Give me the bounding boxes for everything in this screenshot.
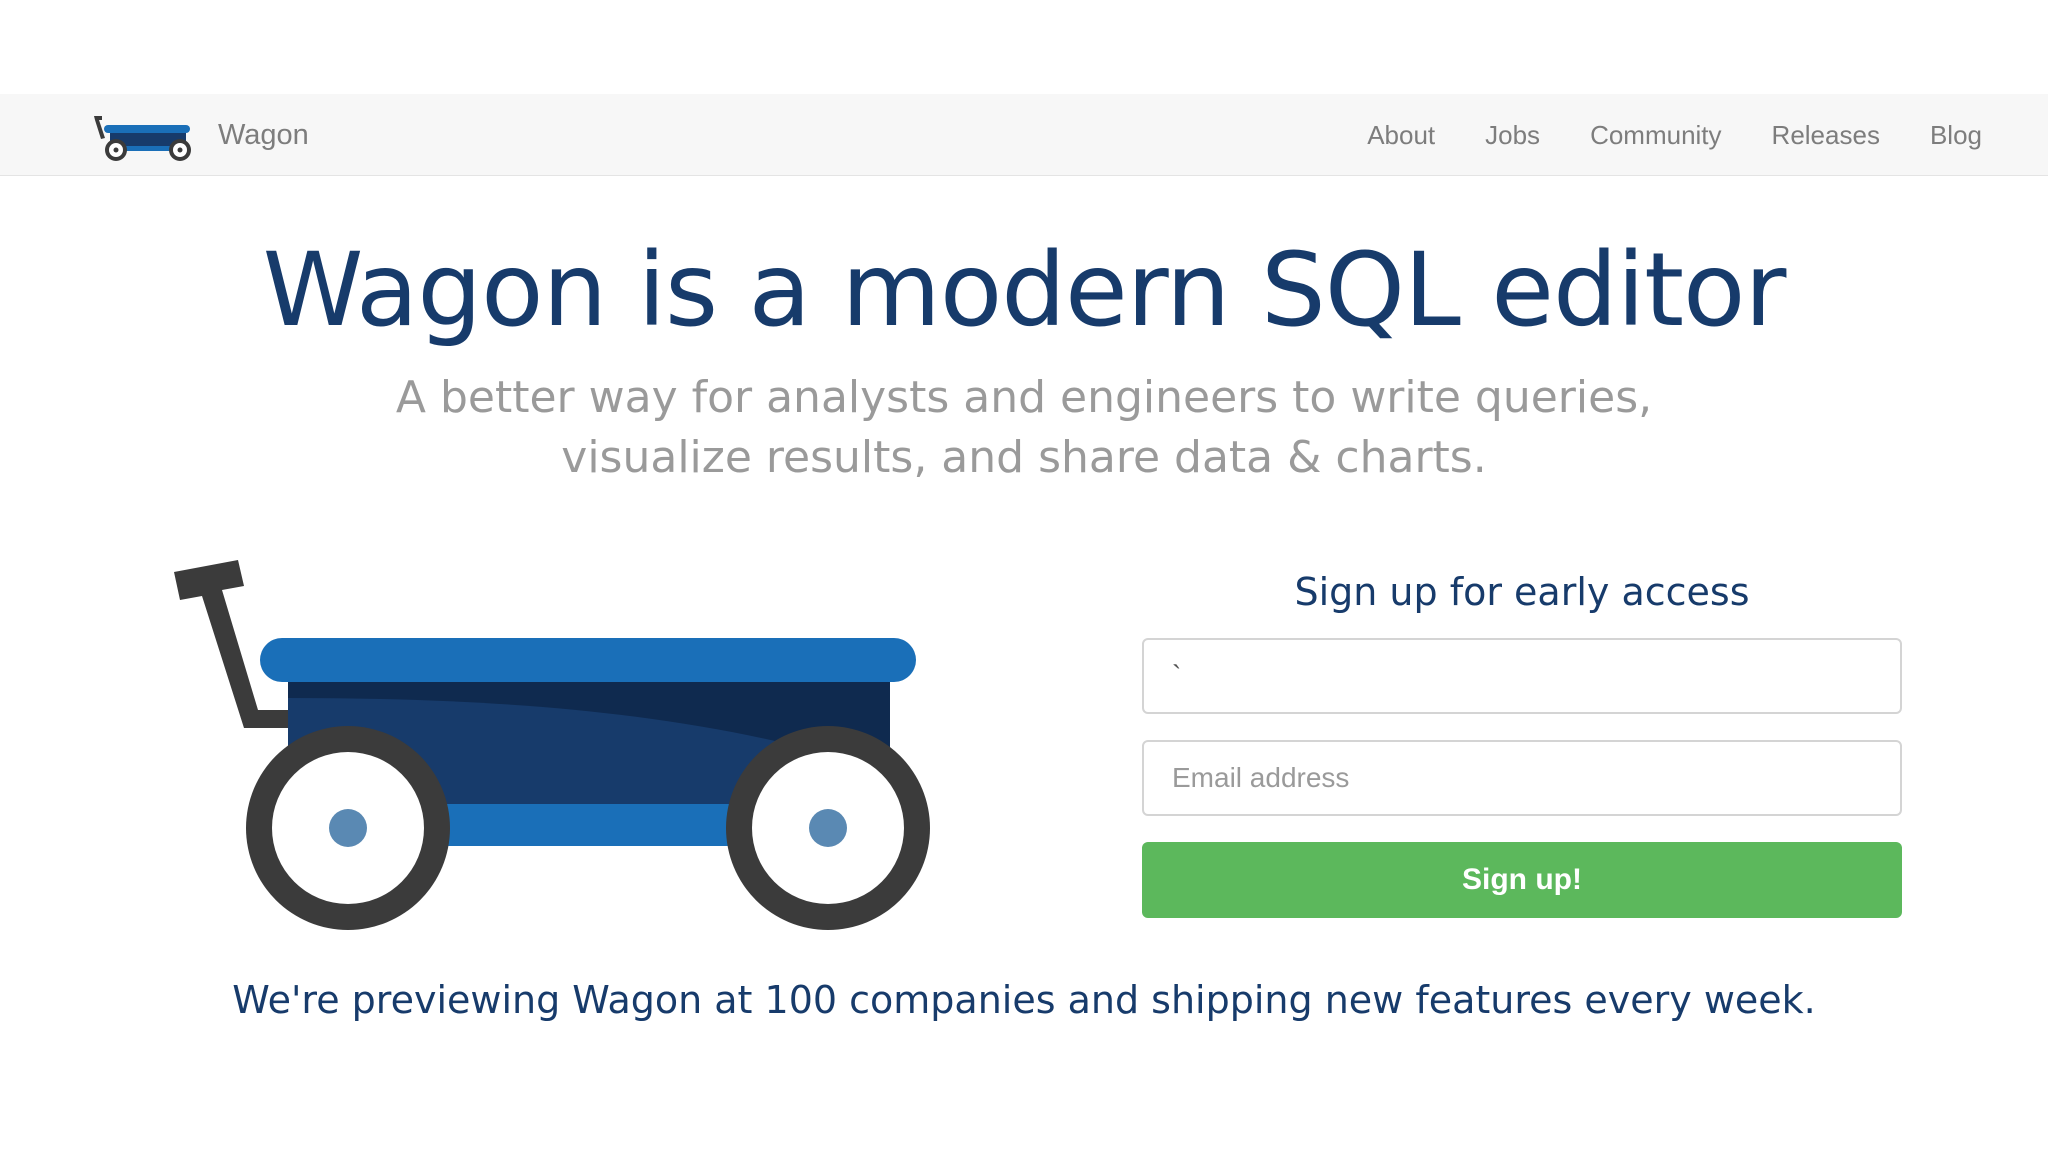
name-field[interactable] <box>1142 638 1902 714</box>
preview-note: We're previewing Wagon at 100 companies … <box>232 978 1816 1022</box>
hero-subtitle: A better way for analysts and engineers … <box>0 368 2048 488</box>
page: Wagon About Jobs Community Releases Blog… <box>0 0 2048 1152</box>
brand-link[interactable]: Wagon <box>92 108 309 162</box>
nav-link-about[interactable]: About <box>1367 120 1435 151</box>
wagon-illustration-icon <box>174 560 930 930</box>
nav-link-community[interactable]: Community <box>1590 120 1721 151</box>
hero-subtitle-line-1: A better way for analysts and engineers … <box>395 372 1653 423</box>
navbar: Wagon About Jobs Community Releases Blog <box>0 94 2048 176</box>
brand-name: Wagon <box>218 118 309 151</box>
email-field[interactable] <box>1142 740 1902 816</box>
signup-title: Sign up for early access <box>1294 570 1750 614</box>
nav-links: About Jobs Community Releases Blog <box>1317 94 1982 176</box>
signup-form: Sign up for early access Sign up! <box>1142 560 1902 918</box>
hero-title: Wagon is a modern SQL editor <box>262 231 1787 350</box>
hero-subtitle-line-2: visualize results, and share data & char… <box>561 432 1487 483</box>
wagon-rim <box>260 638 916 682</box>
nav-link-jobs[interactable]: Jobs <box>1485 120 1540 151</box>
wagon-logo-icon <box>94 116 191 161</box>
nav-link-releases[interactable]: Releases <box>1772 120 1880 151</box>
nav-link-blog[interactable]: Blog <box>1930 120 1982 151</box>
signup-button[interactable]: Sign up! <box>1142 842 1902 918</box>
